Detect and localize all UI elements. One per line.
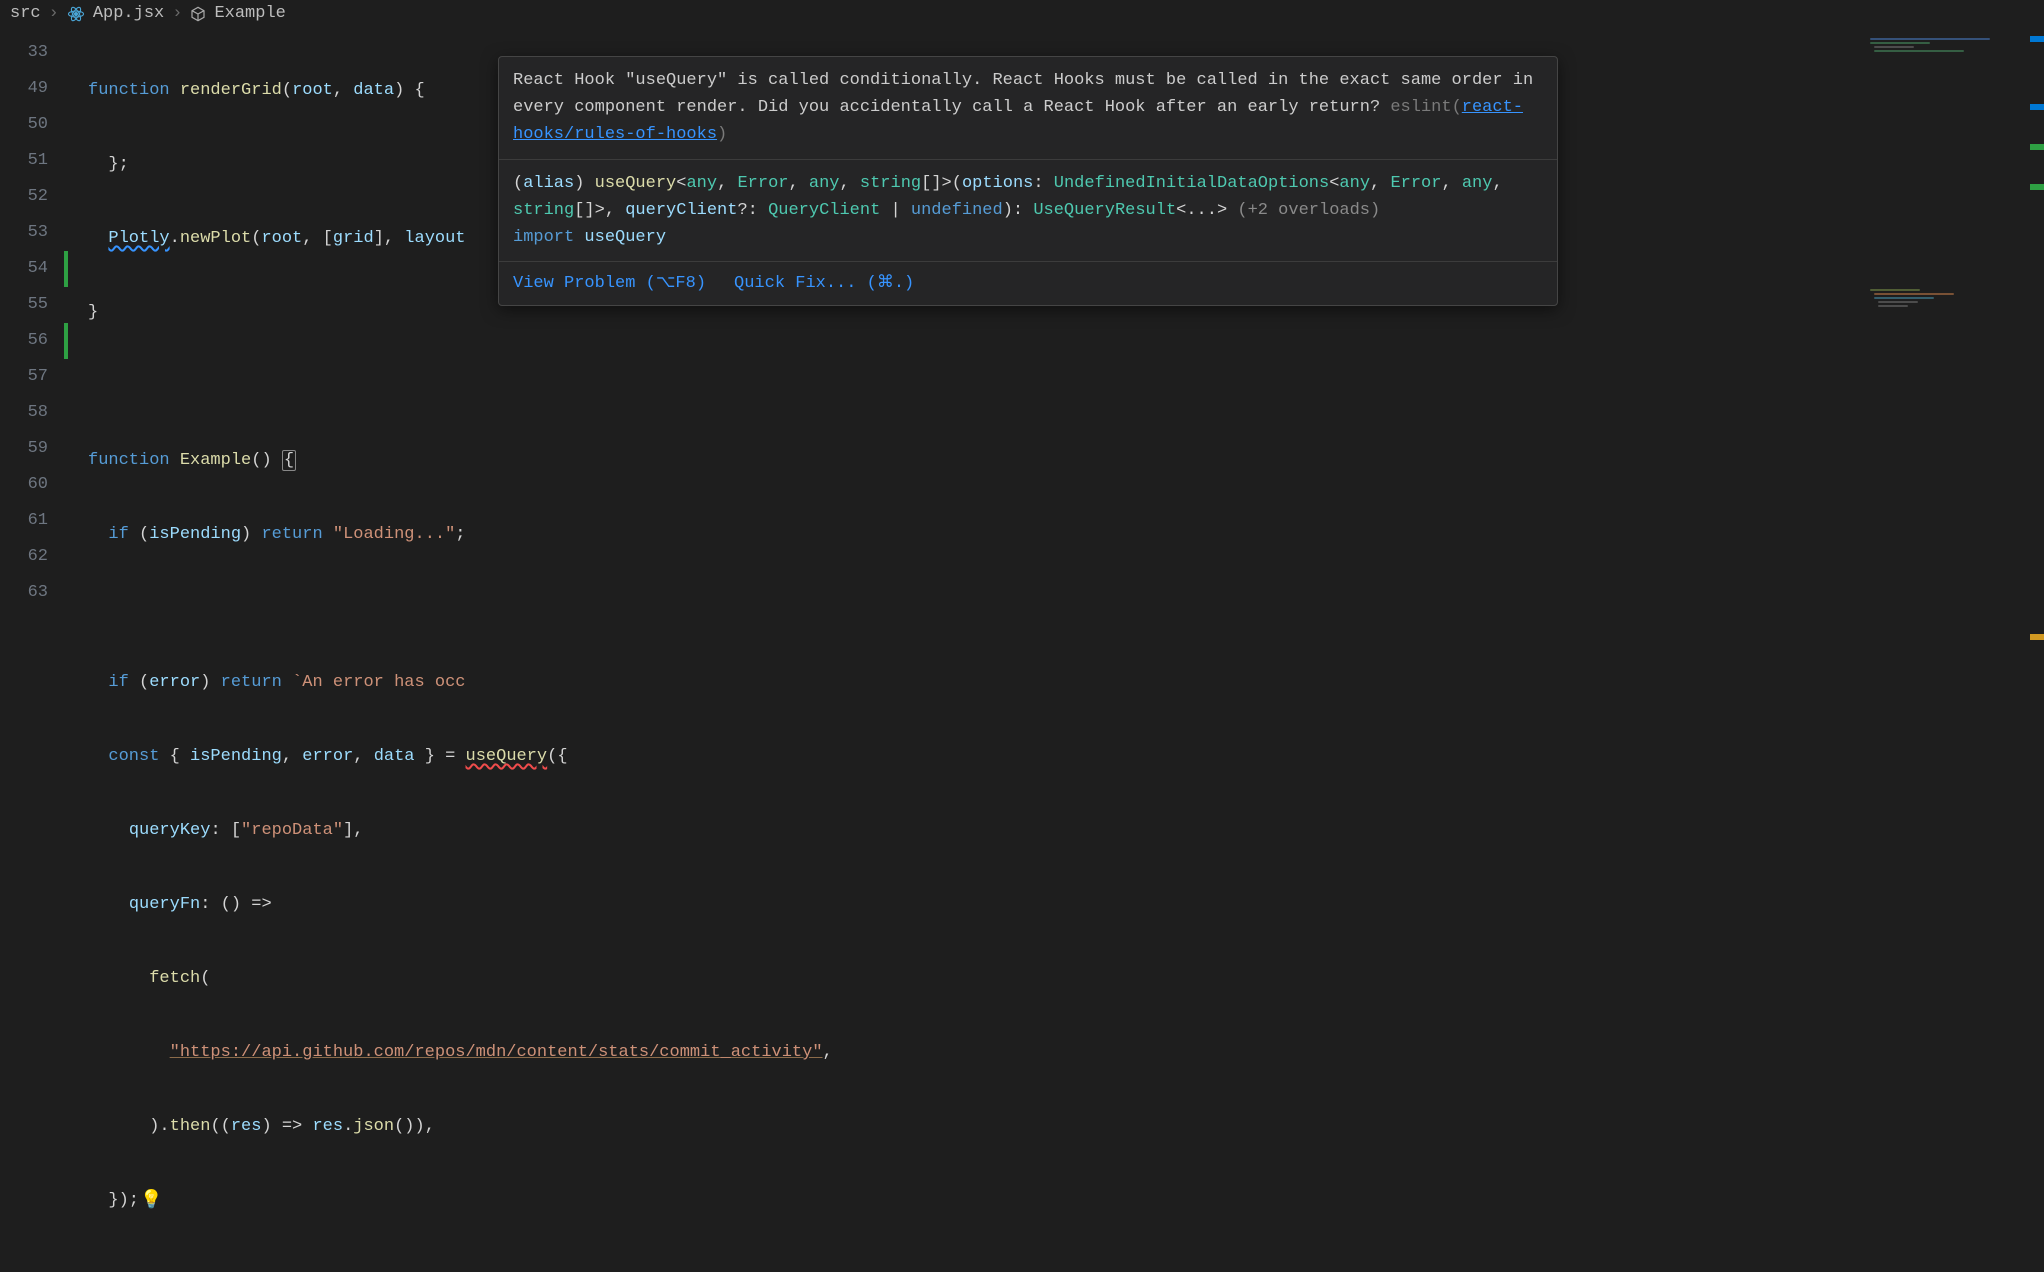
symbol-cube-icon — [190, 6, 206, 22]
line-number: 51 — [0, 143, 64, 179]
code-line[interactable] — [64, 591, 2044, 627]
line-number: 52 — [0, 179, 64, 215]
line-number: 54 — [0, 251, 64, 287]
line-number: 60 — [0, 467, 64, 503]
code-line[interactable]: 💡 }); — [64, 1183, 2044, 1219]
hover-actions: View Problem (⌥F8) Quick Fix... (⌘.) — [499, 262, 1557, 305]
code-line[interactable]: function Example() { — [64, 443, 2044, 479]
code-line[interactable]: fetch( — [64, 961, 2044, 997]
line-number: 53 — [0, 215, 64, 251]
overview-ruler[interactable] — [2030, 34, 2044, 636]
line-number: 63 — [0, 575, 64, 611]
lightbulb-icon[interactable]: 💡 — [140, 1183, 162, 1219]
chevron-right-icon: › — [172, 4, 182, 23]
code-line[interactable]: ).then((res) => res.json()), — [64, 1109, 2044, 1145]
code-line[interactable]: queryFn: () => — [64, 887, 2044, 923]
quick-fix-action[interactable]: Quick Fix... (⌘.) — [734, 270, 914, 297]
line-number: 57 — [0, 359, 64, 395]
type-signature: (alias) useQuery<any, Error, any, string… — [499, 160, 1557, 263]
ruler-add-marker — [2030, 184, 2044, 190]
line-number: 58 — [0, 395, 64, 431]
hover-diagnostic-widget: React Hook "useQuery" is called conditio… — [498, 56, 1558, 306]
diagnostic-message: React Hook "useQuery" is called conditio… — [499, 57, 1557, 160]
ruler-warn-marker — [2030, 634, 2044, 640]
line-number: 59 — [0, 431, 64, 467]
breadcrumb-symbol[interactable]: Example — [214, 4, 285, 23]
code-line[interactable]: if (isPending) return "Loading..."; — [64, 517, 2044, 553]
code-line[interactable]: "https://api.github.com/repos/mdn/conten… — [64, 1035, 2044, 1071]
view-problem-action[interactable]: View Problem (⌥F8) — [513, 270, 706, 297]
code-line[interactable] — [64, 369, 2044, 405]
ruler-info-marker — [2030, 36, 2044, 42]
code-line[interactable]: if (error) return `An error has occ — [64, 665, 2044, 701]
line-number: 56 — [0, 323, 64, 359]
minimap[interactable] — [1864, 34, 2044, 636]
chevron-right-icon: › — [49, 4, 59, 23]
code-line[interactable]: const { isPending, error, data } = useQu… — [64, 739, 2044, 775]
code-line[interactable]: queryKey: ["repoData"], — [64, 813, 2044, 849]
breadcrumb-file[interactable]: App.jsx — [93, 4, 164, 23]
line-number: 61 — [0, 503, 64, 539]
line-number: 62 — [0, 539, 64, 575]
line-number: 55 — [0, 287, 64, 323]
ruler-add-marker — [2030, 144, 2044, 150]
line-number-gutter: 33 49 50 51 52 53 54 55 56 57 58 59 60 6… — [0, 27, 64, 629]
line-number: 50 — [0, 107, 64, 143]
line-number: 33 — [0, 35, 64, 71]
breadcrumb-folder[interactable]: src — [10, 4, 41, 23]
ruler-info-marker — [2030, 104, 2044, 110]
react-icon — [67, 5, 85, 23]
line-number: 49 — [0, 71, 64, 107]
breadcrumb: src › App.jsx › Example — [0, 0, 2044, 27]
